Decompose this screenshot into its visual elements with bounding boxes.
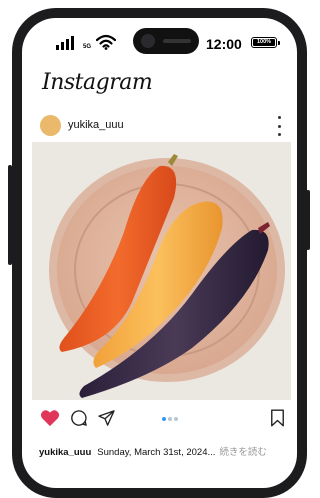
heart-icon[interactable] xyxy=(40,409,60,427)
phone-side-button xyxy=(8,165,12,265)
carousel-indicator xyxy=(162,417,178,421)
phone-power-button xyxy=(306,190,310,250)
avatar[interactable] xyxy=(40,115,61,136)
comment-icon[interactable] xyxy=(70,409,88,427)
wifi-icon xyxy=(96,34,116,50)
carousel-dot-active xyxy=(162,417,166,421)
carousel-dot xyxy=(174,417,178,421)
signal-icon xyxy=(56,34,74,50)
post-username[interactable]: yukika_uuu xyxy=(68,119,124,131)
post-caption: yukika_uuu Sunday, March 31st, 2024... 続きを… xyxy=(39,444,267,458)
instagram-logo: Instagram xyxy=(42,70,153,95)
status-bar: 5G 12:00 100% xyxy=(22,34,297,52)
bookmark-icon[interactable] xyxy=(270,409,285,427)
carrots-photo xyxy=(32,142,291,400)
post-image[interactable] xyxy=(32,142,291,400)
more-icon[interactable] xyxy=(278,116,282,136)
clock: 12:00 xyxy=(206,36,242,52)
caption-username[interactable]: yukika_uuu xyxy=(39,447,91,458)
network-type: 5G xyxy=(83,44,92,50)
share-icon[interactable] xyxy=(97,409,116,427)
battery-level: 100% xyxy=(256,39,272,45)
carousel-dot xyxy=(168,417,172,421)
battery-icon: 100% xyxy=(251,37,280,48)
phone-screen: 5G 12:00 100% Instagram yukika_uuu yukik… xyxy=(22,18,297,488)
caption-text: Sunday, March 31st, 2024... xyxy=(97,447,216,458)
post-header: yukika_uuu xyxy=(40,114,290,138)
read-more-link[interactable]: 続きを読む xyxy=(219,447,267,458)
post-actions xyxy=(22,406,297,430)
